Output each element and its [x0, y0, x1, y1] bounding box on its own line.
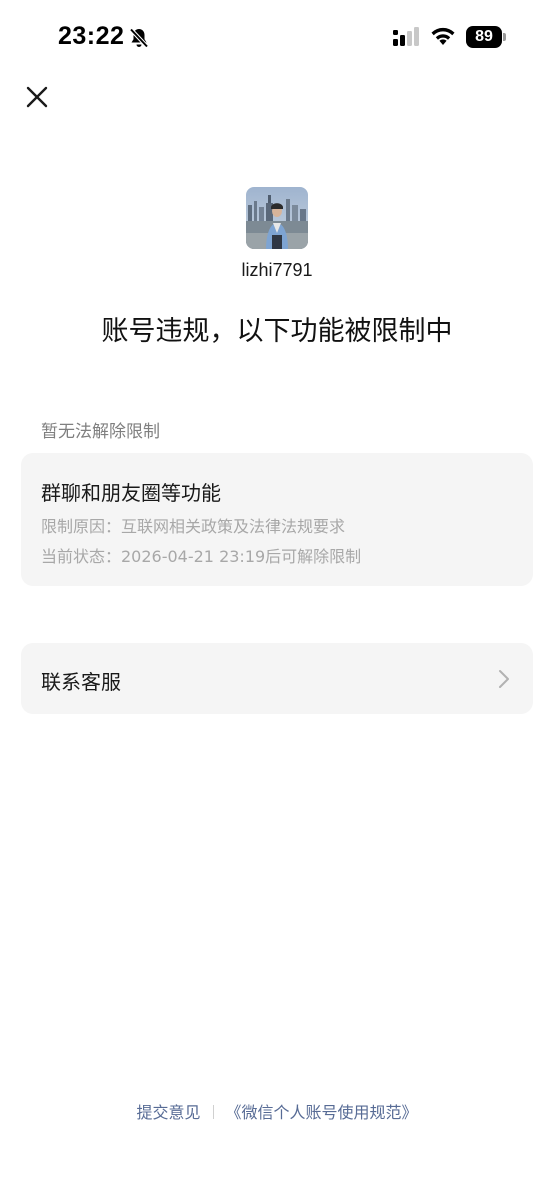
page-title: 账号违规，以下功能被限制中	[101, 316, 453, 347]
section-label: 暂无法解除限制	[41, 422, 160, 442]
feedback-link[interactable]: 提交意见	[136, 1103, 200, 1122]
close-icon	[26, 86, 48, 108]
restriction-card: 群聊和朋友圈等功能 限制原因：互联网相关政策及法律法规要求 当前状态：2026-…	[21, 453, 533, 586]
restriction-page: 23:22 89 lizhi7791 账号违规，以下功能被限制中 暂无法解除限制…	[0, 0, 554, 1200]
contact-service-label: 联系客服	[41, 670, 121, 694]
close-button[interactable]	[20, 80, 54, 114]
restriction-reason: 限制原因：互联网相关政策及法律法规要求	[41, 517, 346, 536]
bell-off-icon	[129, 28, 149, 48]
battery-icon: 89	[466, 26, 506, 48]
status-bar: 23:22 89	[0, 0, 554, 76]
contact-service-button[interactable]: 联系客服	[21, 643, 533, 714]
signal-icon	[393, 27, 419, 46]
battery-cap	[503, 33, 506, 41]
wifi-icon	[431, 27, 455, 45]
footer-divider	[212, 1105, 214, 1119]
username: lizhi7791	[241, 260, 313, 280]
avatar	[246, 187, 308, 249]
policy-link[interactable]: 《微信个人账号使用规范》	[226, 1103, 418, 1122]
avatar-photo	[246, 187, 308, 249]
restriction-title: 群聊和朋友圈等功能	[41, 481, 221, 505]
chevron-right-icon	[499, 670, 509, 688]
restriction-status: 当前状态：2026-04-21 23:19后可解除限制	[41, 547, 362, 566]
battery-level: 89	[475, 28, 493, 45]
status-time: 23:22	[58, 22, 125, 50]
footer: 提交意见 《微信个人账号使用规范》	[0, 1099, 554, 1123]
